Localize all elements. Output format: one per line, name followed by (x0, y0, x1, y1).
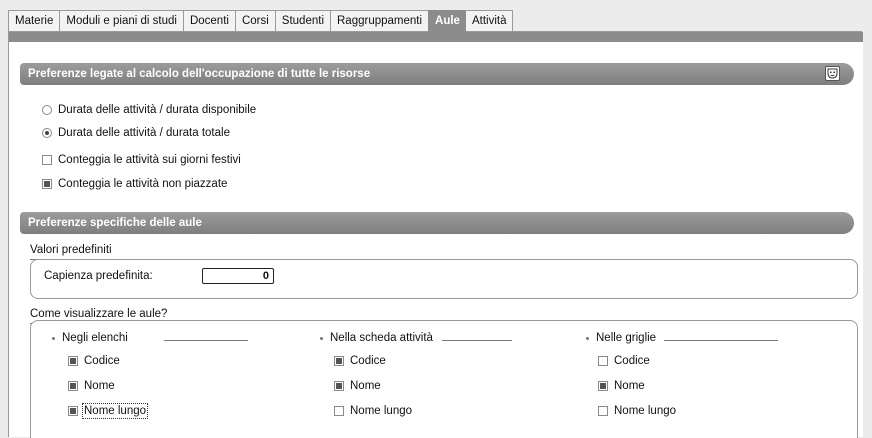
tab-aule[interactable]: Aule (428, 10, 466, 32)
column-underline (664, 340, 778, 341)
check-giorni-festivi[interactable]: Conteggia le attività sui giorni festivi (42, 154, 241, 166)
checkbox-label: Nome lungo (614, 405, 677, 417)
tab-studenti[interactable]: Studenti (274, 10, 330, 32)
group-title-visualizzare: Come visualizzare le aule? (30, 308, 168, 320)
checkbox-label: Nome (84, 380, 115, 392)
checkbox[interactable] (598, 356, 608, 366)
checkbox[interactable] (334, 406, 344, 416)
bullet-icon (586, 336, 589, 340)
section-header-aule: Preferenze specifiche delle aule (20, 212, 854, 234)
check-elenchi-nome-lungo[interactable]: Nome lungo (68, 403, 149, 419)
radio-button[interactable] (42, 105, 52, 115)
capacity-label: Capienza predefinita: (44, 270, 153, 282)
checkbox-label: Nome (614, 380, 645, 392)
checkbox-checked[interactable] (68, 356, 78, 366)
checkbox-label: Codice (614, 355, 650, 367)
checkbox-label: Conteggia le attività non piazzate (58, 178, 228, 190)
check-griglie-nome-lungo[interactable]: Nome lungo (598, 405, 676, 417)
section-title: Preferenze specifiche delle aule (28, 217, 202, 229)
section-header-occupazione: Preferenze legate al calcolo dell'occupa… (20, 63, 854, 85)
tab-docenti[interactable]: Docenti (182, 10, 235, 32)
bullet-icon (52, 336, 55, 340)
tab-moduli[interactable]: Moduli e piani di studi (59, 10, 183, 32)
check-elenchi-codice[interactable]: Codice (68, 355, 120, 367)
checkbox-label: Codice (84, 355, 120, 367)
checkbox-checked[interactable] (334, 381, 344, 391)
column-title-griglie: Nelle griglie (586, 332, 656, 344)
check-elenchi-nome[interactable]: Nome (68, 380, 115, 392)
radio-label: Durata delle attività / durata totale (58, 127, 230, 139)
checkbox-checked[interactable] (68, 381, 78, 391)
check-scheda-codice[interactable]: Codice (334, 355, 386, 367)
column-underline (164, 340, 248, 341)
panel-top-strip (9, 32, 863, 42)
bullet-icon (320, 336, 323, 340)
column-title-scheda: Nella scheda attività (320, 332, 433, 344)
radio-durata-totale[interactable]: Durata delle attività / durata totale (42, 127, 230, 139)
checkbox-label: Codice (350, 355, 386, 367)
checkbox[interactable] (598, 406, 608, 416)
column-underline (442, 340, 512, 341)
mask-icon[interactable] (825, 66, 840, 81)
tab-bar-filler (513, 10, 862, 32)
capacity-label-text: Capienza predefinita: (44, 270, 153, 282)
column-title-text: Nella scheda attività (330, 332, 433, 344)
checkbox-label: Nome (350, 380, 381, 392)
checkbox-checked[interactable] (598, 381, 608, 391)
tab-attivita[interactable]: Attività (465, 10, 514, 32)
tab-materie[interactable]: Materie (8, 10, 60, 32)
check-scheda-nome[interactable]: Nome (334, 380, 381, 392)
checkbox-checked[interactable] (42, 179, 52, 189)
section-title: Preferenze legate al calcolo dell'occupa… (28, 68, 371, 80)
radio-durata-disponibile[interactable]: Durata delle attività / durata disponibi… (42, 104, 256, 116)
column-title-text: Negli elenchi (62, 332, 128, 344)
tab-bar: Materie Moduli e piani di studi Docenti … (8, 10, 862, 32)
check-non-piazzate[interactable]: Conteggia le attività non piazzate (42, 178, 227, 190)
check-scheda-nome-lungo[interactable]: Nome lungo (334, 405, 412, 417)
radio-label: Durata delle attività / durata disponibi… (58, 104, 257, 116)
check-griglie-codice[interactable]: Codice (598, 355, 650, 367)
tab-raggruppamenti[interactable]: Raggruppamenti (330, 10, 429, 32)
capacity-input[interactable]: 0 (202, 268, 274, 284)
radio-button-selected[interactable] (42, 128, 52, 138)
check-griglie-nome[interactable]: Nome (598, 380, 645, 392)
checkbox-label: Conteggia le attività sui giorni festivi (58, 154, 241, 166)
group-title-valori: Valori predefiniti (30, 244, 112, 256)
checkbox[interactable] (42, 155, 52, 165)
checkbox-label: Nome lungo (350, 405, 413, 417)
group-box-valori (30, 259, 858, 299)
tab-corsi[interactable]: Corsi (234, 10, 275, 32)
checkbox-checked[interactable] (68, 406, 78, 416)
checkbox-checked[interactable] (334, 356, 344, 366)
checkbox-label: Nome lungo (81, 403, 149, 419)
column-title-text: Nelle griglie (596, 332, 657, 344)
column-title-elenchi: Negli elenchi (52, 332, 128, 344)
group-box-visualizzare (30, 320, 858, 438)
